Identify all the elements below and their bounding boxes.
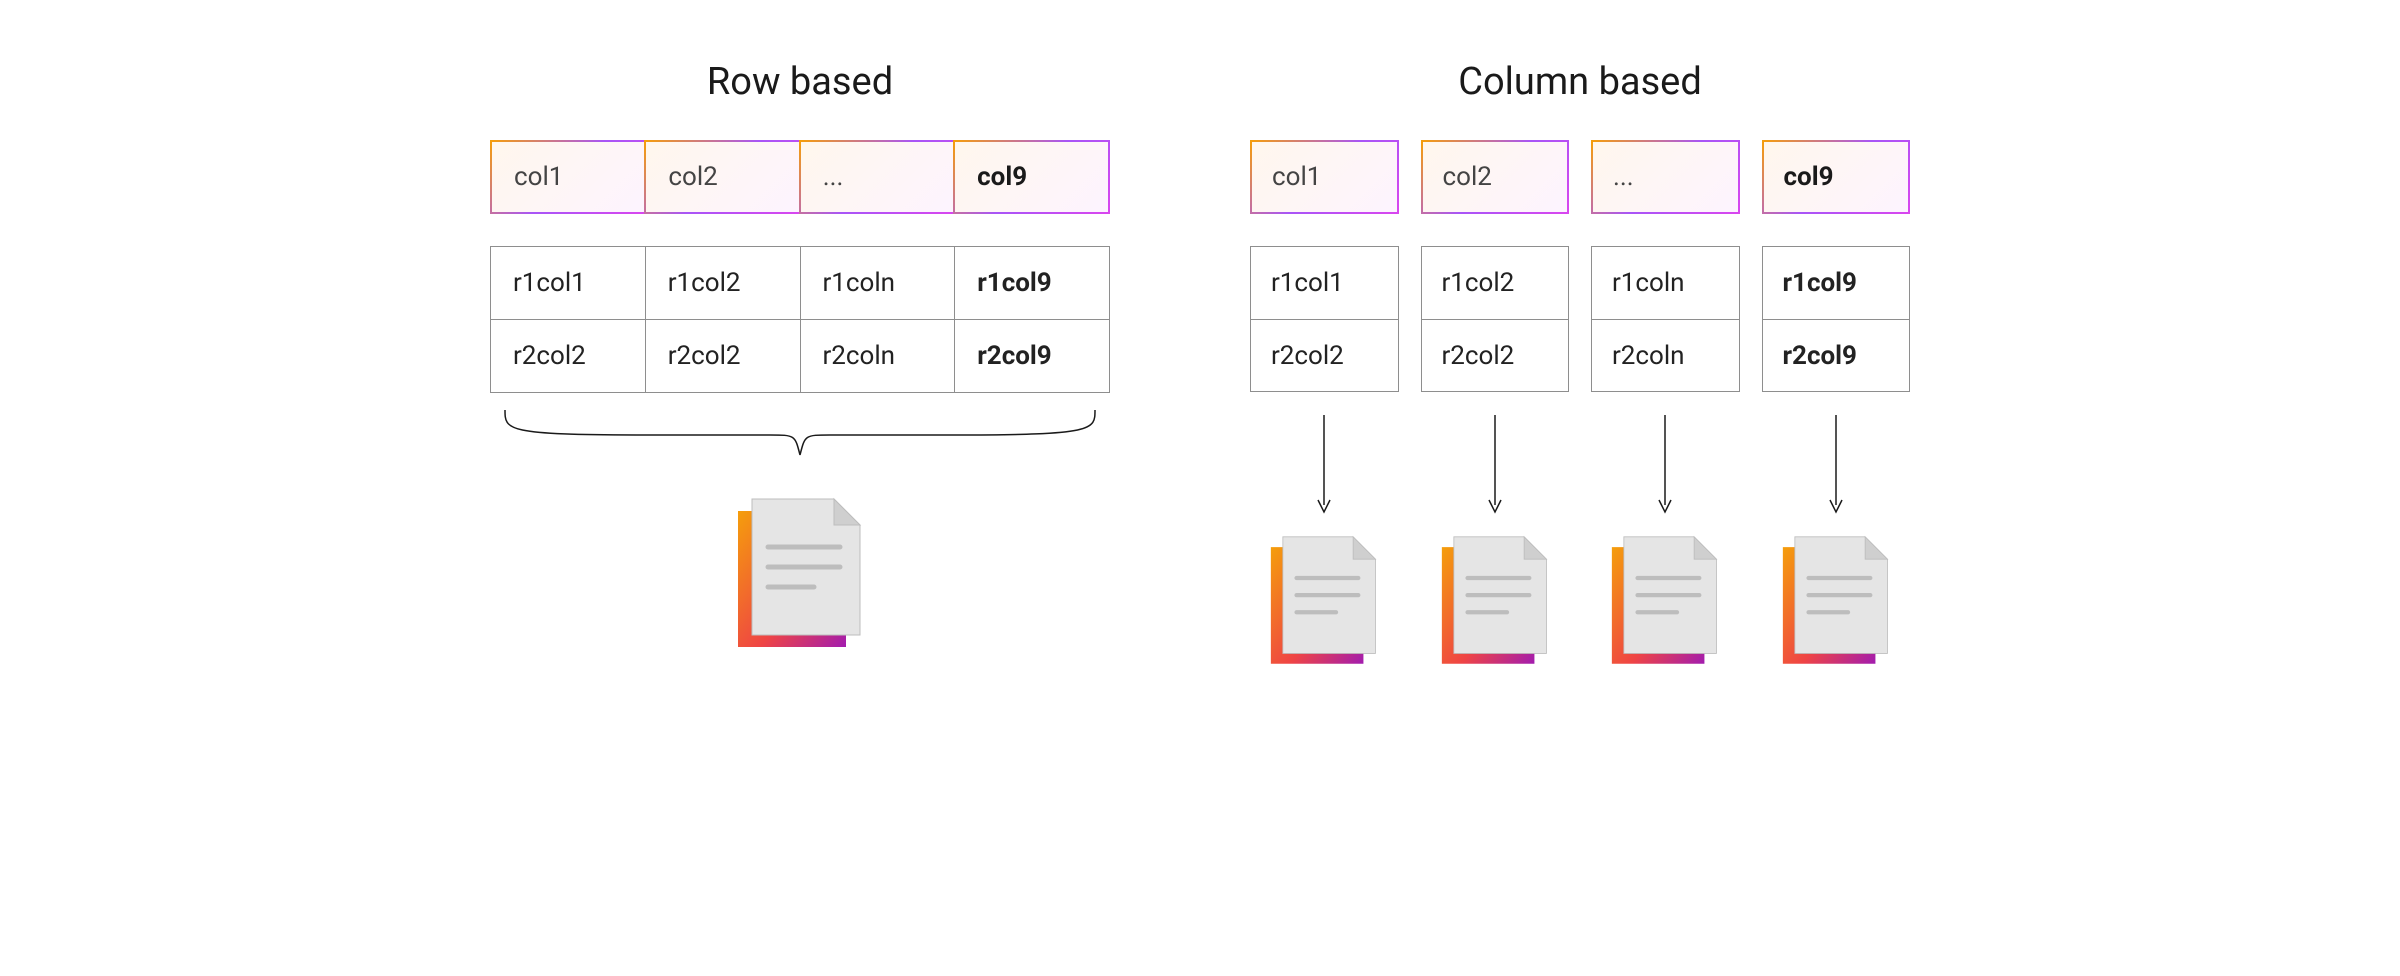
- row-header-cell: col1: [490, 140, 647, 214]
- col-data-cell: r2coln: [1592, 319, 1739, 391]
- col-data-block: r1col1 r2col2: [1250, 246, 1399, 392]
- arrow-down-icon: [1762, 410, 1911, 520]
- file-icon: [1264, 532, 1384, 676]
- column-group: col1 r1col1 r2col2: [1250, 140, 1399, 676]
- col-data-cell: r1col2: [1422, 247, 1569, 319]
- table-cell: r1col2: [645, 247, 800, 319]
- col-data-block: r1col9 r2col9: [1762, 246, 1911, 392]
- column-group: col2 r1col2 r2col2: [1421, 140, 1570, 676]
- col-data-cell: r2col2: [1422, 319, 1569, 391]
- file-icon: [1776, 532, 1896, 676]
- table-cell: r2col9: [954, 320, 1109, 392]
- diagram-canvas: Row based col1 col2 ... col9 r1col1 r1co…: [0, 0, 2400, 976]
- row-header-cell: ...: [799, 140, 956, 214]
- col-data-block: r1col2 r2col2: [1421, 246, 1570, 392]
- col-header-cell: ...: [1591, 140, 1740, 214]
- table-cell: r1col9: [954, 247, 1109, 319]
- row-section-title: Row based: [707, 60, 893, 104]
- arrow-down-icon: [1421, 410, 1570, 520]
- column-group: col9 r1col9 r2col9: [1762, 140, 1911, 676]
- row-header-cell: col2: [644, 140, 801, 214]
- col-data-cell: r1col1: [1251, 247, 1398, 319]
- table-cell: r1coln: [800, 247, 955, 319]
- table-row: r2col2 r2col2 r2coln r2col9: [491, 319, 1109, 392]
- row-based-section: Row based col1 col2 ... col9 r1col1 r1co…: [490, 60, 1110, 659]
- col-header-cell: col2: [1421, 140, 1570, 214]
- col-section-title: Column based: [1458, 60, 1702, 104]
- row-data-table: r1col1 r1col2 r1coln r1col9 r2col2 r2col…: [490, 246, 1110, 393]
- col-data-cell: r1coln: [1592, 247, 1739, 319]
- col-data-cell: r2col9: [1763, 319, 1910, 391]
- column-groups: col1 r1col1 r2col2 col2 r1col2 r2col2: [1250, 140, 1910, 676]
- file-icon: [1435, 532, 1555, 676]
- col-data-cell: r1col9: [1763, 247, 1910, 319]
- table-row: r1col1 r1col2 r1coln r1col9: [491, 247, 1109, 319]
- column-based-section: Column based col1 r1col1 r2col2 col2 r1c: [1250, 60, 1910, 676]
- table-cell: r2coln: [800, 320, 955, 392]
- brace-icon: [490, 405, 1110, 465]
- table-cell: r2col2: [491, 320, 645, 392]
- row-header-row: col1 col2 ... col9: [490, 140, 1110, 214]
- table-cell: r1col1: [491, 247, 645, 319]
- col-data-cell: r2col2: [1251, 319, 1398, 391]
- file-icon: [730, 495, 870, 659]
- column-group: ... r1coln r2coln: [1591, 140, 1740, 676]
- arrow-down-icon: [1250, 410, 1399, 520]
- col-data-block: r1coln r2coln: [1591, 246, 1740, 392]
- arrow-down-icon: [1591, 410, 1740, 520]
- col-header-cell: col1: [1250, 140, 1399, 214]
- file-icon: [1605, 532, 1725, 676]
- col-header-cell: col9: [1762, 140, 1911, 214]
- table-cell: r2col2: [645, 320, 800, 392]
- row-header-cell: col9: [953, 140, 1110, 214]
